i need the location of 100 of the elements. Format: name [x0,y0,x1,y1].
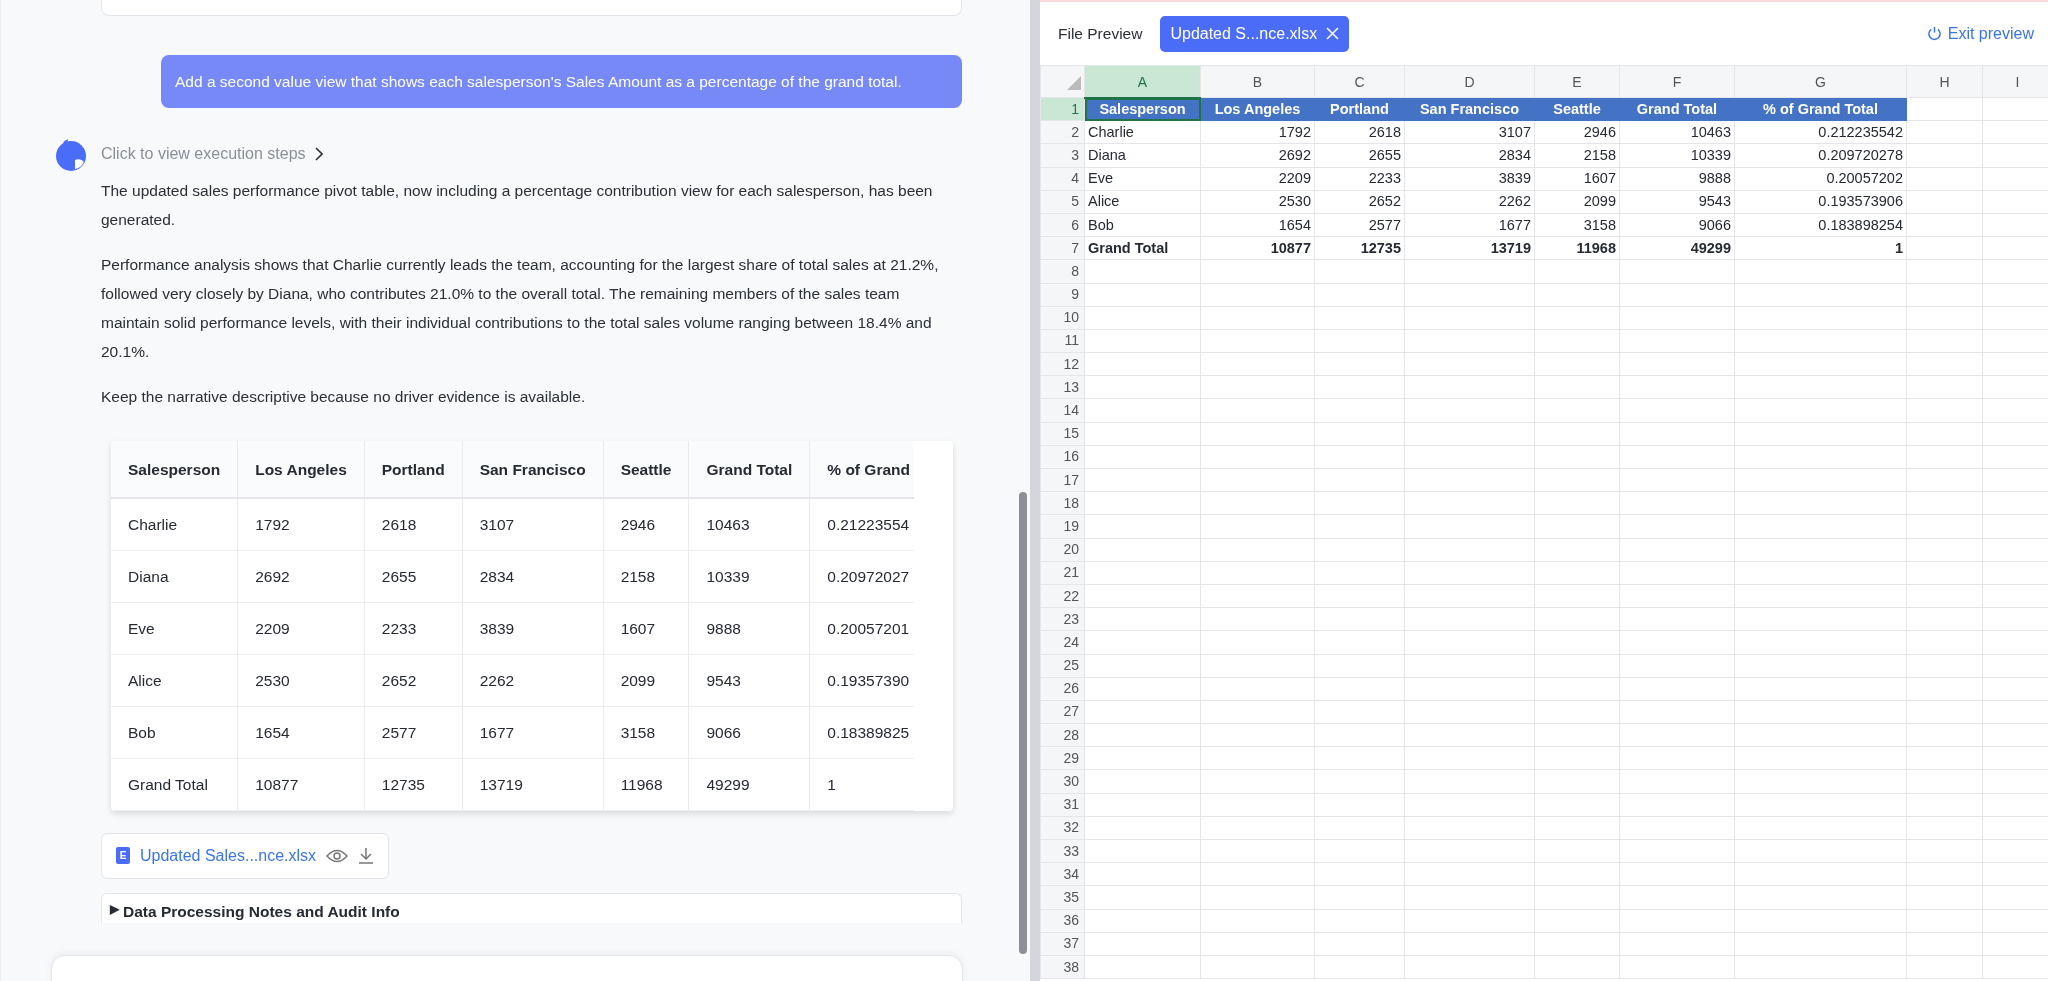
sheet-cell[interactable]: 1654 [1200,213,1315,237]
sheet-cell[interactable]: Grand Total [1619,97,1735,121]
file-link[interactable]: Updated Sales...nce.xlsx [140,843,317,868]
sheet-cell[interactable]: 2655 [1314,143,1405,168]
sheet-cell[interactable]: 2099 [1534,190,1620,214]
sheet-cell[interactable]: 2946 [1534,120,1620,144]
sheet-cell[interactable]: 10339 [1619,143,1735,168]
sheet-cell[interactable]: 1 [1734,236,1907,260]
row-number[interactable]: 22 [1040,584,1085,608]
column-header[interactable]: A [1084,65,1201,98]
file-tab[interactable]: Updated S...nce.xlsx [1160,15,1350,52]
row-number[interactable]: 36 [1040,909,1085,933]
sheet-cell[interactable]: 2577 [1314,213,1405,237]
sheet-cell[interactable]: 0.193573906 [1734,190,1907,214]
row-number[interactable]: 33 [1040,839,1085,863]
row-number[interactable]: 15 [1040,422,1085,446]
column-header[interactable]: H [1906,65,1983,98]
row-number[interactable]: 38 [1040,955,1085,979]
eye-icon[interactable] [326,848,349,863]
row-number[interactable]: 4 [1040,167,1085,191]
sheet-cell[interactable]: 10463 [1619,120,1735,144]
row-number[interactable]: 24 [1040,630,1085,654]
column-header[interactable]: D [1404,65,1535,98]
sheet-cell[interactable]: 1792 [1200,120,1315,144]
sheet-cell[interactable]: 2262 [1404,190,1535,214]
close-icon[interactable] [1326,27,1340,40]
sheet-cell[interactable]: 2233 [1314,167,1405,191]
sheet-cell[interactable]: Charlie [1084,120,1201,144]
row-number[interactable]: 27 [1040,700,1085,724]
row-number[interactable]: 35 [1040,885,1085,910]
row-number[interactable]: 18 [1040,491,1085,515]
column-header[interactable]: E [1534,65,1620,98]
sheet-cell[interactable]: 13719 [1404,236,1535,260]
sheet-cell[interactable]: 0.209720278 [1734,143,1907,168]
row-number[interactable]: 12 [1040,352,1085,376]
row-number[interactable]: 16 [1040,445,1085,469]
row-number[interactable]: 21 [1040,561,1085,585]
row-number[interactable]: 32 [1040,816,1085,840]
sheet-cell[interactable]: 2692 [1200,143,1315,168]
sheet-cell[interactable]: 3107 [1404,120,1535,144]
row-number[interactable]: 2 [1040,120,1085,144]
row-number[interactable]: 29 [1040,746,1085,770]
sheet-cell[interactable]: 11968 [1534,236,1620,260]
resize-handle[interactable] [1030,0,1040,981]
row-number[interactable]: 37 [1040,932,1085,956]
sheet-cell[interactable]: 2209 [1200,167,1315,191]
row-number[interactable]: 14 [1040,398,1085,423]
sheet-cell[interactable]: 3158 [1534,213,1620,237]
sheet-cell[interactable]: 2652 [1314,190,1405,214]
row-number[interactable]: 26 [1040,677,1085,701]
row-number[interactable]: 30 [1040,769,1085,794]
sheet-cell[interactable]: 2834 [1404,143,1535,168]
sheet-cell[interactable]: San Francisco [1404,97,1535,121]
row-number[interactable]: 10 [1040,306,1085,330]
row-number[interactable]: 11 [1040,329,1085,353]
download-icon[interactable] [358,847,375,865]
sheet-cell[interactable]: 2618 [1314,120,1405,144]
notes-toggle[interactable]: ▶ Data Processing Notes and Audit Info [101,892,962,923]
sheet-cell[interactable]: 2530 [1200,190,1315,214]
row-number[interactable]: 17 [1040,468,1085,492]
column-header[interactable]: B [1200,65,1315,98]
row-number[interactable]: 5 [1040,190,1085,214]
row-number[interactable]: 23 [1040,607,1085,631]
sheet-cell[interactable]: 49299 [1619,236,1735,260]
row-number[interactable]: 13 [1040,375,1085,399]
sheet-cell[interactable]: Diana [1084,143,1201,168]
sheet-cell[interactable]: Grand Total [1084,236,1201,260]
sheet-cell[interactable]: 1607 [1534,167,1620,191]
sheet-cell[interactable]: 9066 [1619,213,1735,237]
row-number[interactable]: 9 [1040,283,1085,307]
column-header[interactable]: G [1734,65,1907,98]
row-number[interactable]: 28 [1040,723,1085,747]
sheet-cell[interactable]: 10877 [1200,236,1315,260]
sheet-cell[interactable]: 1677 [1404,213,1535,237]
row-number[interactable]: 8 [1040,259,1085,283]
sheet-cell[interactable]: 9543 [1619,190,1735,214]
sheet-cell[interactable]: Eve [1084,167,1201,191]
row-number[interactable]: 7 [1040,236,1085,260]
sheet-cell[interactable]: % of Grand Total [1734,97,1907,121]
sheet-cell[interactable]: 12735 [1314,236,1405,260]
row-number[interactable]: 31 [1040,793,1085,817]
sheet-cell[interactable]: Los Angeles [1200,97,1315,121]
sheet-cell[interactable]: Alice [1084,190,1201,214]
select-all-corner-icon[interactable] [1067,76,1081,91]
column-header[interactable]: I [1982,65,2048,98]
row-number[interactable]: 19 [1040,514,1085,539]
sheet-cell[interactable]: 0.212235542 [1734,120,1907,144]
row-number[interactable]: 20 [1040,538,1085,562]
row-number[interactable]: 25 [1040,654,1085,678]
sheet-cell[interactable]: 0.183898254 [1734,213,1907,237]
row-number[interactable]: 3 [1040,143,1085,168]
scrollbar-thumb[interactable] [1019,492,1027,954]
sheet-cell[interactable]: 3839 [1404,167,1535,191]
exit-preview-button[interactable]: Exit preview [1922,21,2038,46]
column-header[interactable]: C [1314,65,1405,98]
sheet-cell[interactable]: 9888 [1619,167,1735,191]
sheet-cell[interactable]: 0.20057202 [1734,167,1907,191]
sheet-cell[interactable]: 2158 [1534,143,1620,168]
row-number[interactable]: 6 [1040,213,1085,237]
sheet-cell[interactable]: Salesperson [1084,97,1201,121]
